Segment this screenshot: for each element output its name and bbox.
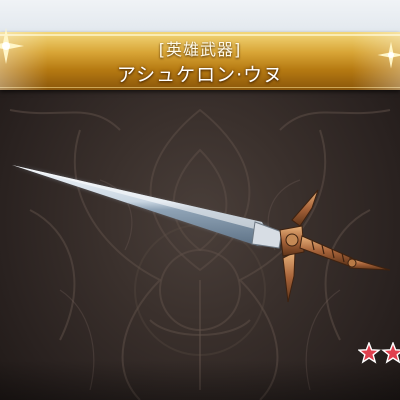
sword-icon	[12, 165, 391, 303]
rarity-stars	[358, 342, 400, 364]
star-icon	[358, 342, 381, 364]
weapon-type-label: [英雄武器]	[158, 40, 242, 59]
weapon-detail-screen: [英雄武器] アシュケロン·ウヌ	[0, 0, 400, 400]
weapon-name: アシュケロン·ウヌ	[116, 64, 284, 86]
bottom-shade	[0, 360, 400, 400]
top-strip	[0, 0, 400, 34]
star-icon	[381, 342, 400, 364]
